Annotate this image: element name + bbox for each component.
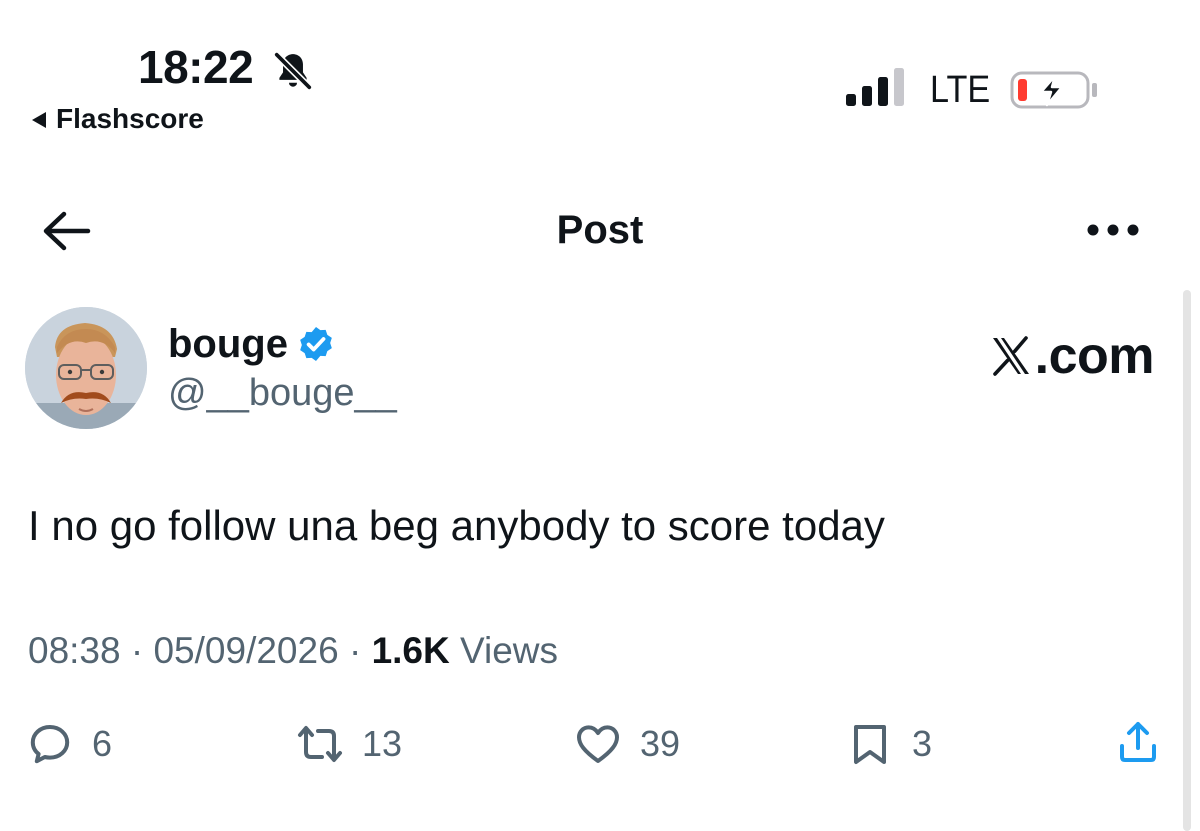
- bookmark-count: 3: [912, 723, 933, 764]
- avatar[interactable]: [25, 307, 147, 429]
- bookmark-icon: [854, 725, 886, 764]
- views-count: 1.6K: [371, 630, 450, 671]
- verified-badge-icon: [300, 327, 332, 361]
- reply-icon: [30, 725, 70, 764]
- like-count: 39: [640, 723, 681, 764]
- author-name: bouge: [168, 322, 288, 366]
- reply-button[interactable]: 6: [26, 718, 112, 770]
- repost-button[interactable]: 13: [296, 718, 402, 770]
- post-text: I no go follow una beg anybody to score …: [28, 502, 885, 549]
- avatar-image: [25, 307, 147, 429]
- post-date[interactable]: 05/09/2026: [153, 630, 338, 671]
- post-time[interactable]: 08:38: [28, 630, 121, 671]
- watermark-text: .com: [1034, 327, 1155, 385]
- post-meta: 08:38 · 05/09/2026 · 1.6K Views: [28, 628, 558, 674]
- back-triangle-icon: [32, 112, 46, 128]
- like-button[interactable]: 39: [574, 718, 680, 770]
- views-label: Views: [460, 630, 559, 671]
- x-com-watermark: .com: [989, 326, 1155, 386]
- signal-icon: [846, 68, 904, 106]
- meta-separator: ·: [348, 630, 362, 671]
- network-type: LTE: [930, 69, 991, 111]
- meta-separator: ·: [130, 630, 144, 671]
- bookmark-button[interactable]: 3: [846, 718, 932, 770]
- battery-charging-icon: [1010, 71, 1097, 109]
- share-icon: [1120, 722, 1156, 762]
- back-to-app-link[interactable]: Flashscore: [32, 102, 204, 136]
- back-app-label: Flashscore: [56, 103, 204, 134]
- status-time: 18:22: [138, 41, 254, 93]
- like-icon: [577, 725, 619, 763]
- scrollbar[interactable]: [1183, 290, 1191, 831]
- more-icon[interactable]: [1084, 218, 1142, 242]
- repost-count: 13: [362, 723, 403, 764]
- reply-count: 6: [92, 723, 113, 764]
- author-name-row[interactable]: bouge: [168, 320, 336, 368]
- author-handle[interactable]: @__bouge__: [168, 370, 397, 416]
- page-title: Post: [556, 208, 644, 252]
- bell-slash-icon: [274, 52, 312, 90]
- share-button[interactable]: [1114, 718, 1162, 766]
- x-logo-icon: [992, 336, 1029, 376]
- repost-icon: [298, 726, 342, 762]
